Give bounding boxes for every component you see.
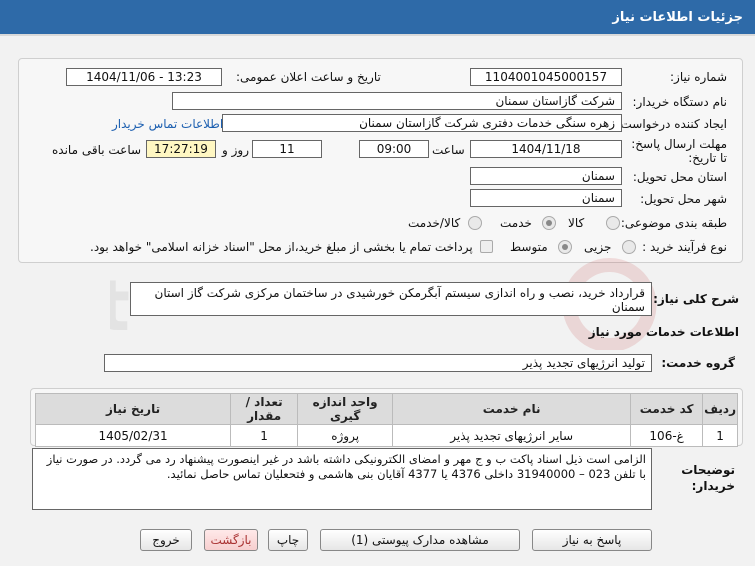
page-title: جزئیات اطلاعات نیاز: [612, 10, 743, 25]
table-cell: 1: [230, 424, 299, 447]
buyer-notes-textarea[interactable]: الزامی است ذیل اسناد پاکت ب و ج مهر و ام…: [32, 448, 652, 510]
process-medium-label: متوسط: [510, 240, 548, 254]
days-remaining-field: 11: [252, 140, 322, 158]
service-group-field: تولید انرژیهای تجدید پذیر: [104, 354, 652, 372]
process-minor-label: جزیی: [584, 240, 612, 254]
category-goods-label: کالا: [568, 216, 585, 230]
summary-label: شرح کلی نیاز:: [653, 292, 739, 306]
deadline-time-field: 09:00: [359, 140, 429, 158]
buyer-notes-line-2: با تلفن 023 – 31940000 داخلی 4376 یا 437…: [166, 467, 646, 481]
exit-button[interactable]: خروج: [140, 529, 192, 551]
col-quantity: تعداد / مقدار: [230, 393, 299, 425]
announce-date-field: 1404/11/06 - 13:23: [66, 68, 222, 86]
province-field: سمنان: [470, 167, 622, 185]
services-section-title: اطلاعات خدمات مورد نیاز: [588, 325, 739, 339]
process-minor-radio[interactable]: [622, 240, 636, 254]
treasury-payment-checkbox[interactable]: [480, 240, 493, 253]
services-table-panel: ردیف کد خدمت نام خدمت واحد اندازه گیری ت…: [30, 388, 743, 447]
category-label: طبقه بندی موضوعی:: [620, 216, 727, 230]
buyer-org-label: نام دستگاه خریدار:: [632, 95, 728, 109]
table-cell: 1405/02/31: [34, 424, 232, 447]
process-type-label: نوع فرآیند خرید :: [642, 240, 727, 254]
summary-text: قرارداد خرید، نصب و راه اندازی سیستم آبگ…: [154, 286, 645, 314]
city-field: سمنان: [470, 189, 622, 207]
back-button[interactable]: بازگشت: [204, 529, 258, 551]
deadline-date-field: 1404/11/18: [470, 140, 622, 158]
category-service-label: خدمت: [500, 216, 532, 230]
buyer-notes-line-1: الزامی است ذیل اسناد پاکت ب و ج مهر و ام…: [46, 452, 646, 466]
service-group-label: گروه خدمت:: [661, 356, 735, 370]
page-header: جزئیات اطلاعات نیاز: [0, 0, 755, 36]
view-attachments-button[interactable]: مشاهده مدارک پیوستی (1): [320, 529, 520, 551]
treasury-payment-note: پرداخت تمام یا بخشی از مبلغ خرید،از محل …: [90, 240, 473, 254]
print-button[interactable]: چاپ: [268, 529, 308, 551]
table-cell: پروژه: [297, 424, 394, 447]
table-cell: سایر انرژیهای تجدید پذیر: [392, 424, 632, 447]
table-row[interactable]: 1 غ-106 سایر انرژیهای تجدید پذیر پروژه 1…: [34, 424, 738, 447]
table-cell: غ-106: [630, 424, 704, 447]
reply-button[interactable]: پاسخ به نیاز: [532, 529, 652, 551]
col-service-code: کد خدمت: [630, 393, 704, 425]
announce-date-label: تاریخ و ساعت اعلان عمومی:: [236, 70, 381, 84]
table-cell: 1: [702, 424, 738, 447]
remaining-time-field: 17:27:19: [146, 140, 216, 158]
buyer-contact-link[interactable]: اطلاعات تماس خریدار: [112, 117, 223, 131]
svg-text:AriaTender.net: AriaTender.net: [110, 265, 130, 347]
days-label: روز و: [222, 143, 249, 157]
deadline-label: مهلت ارسال پاسخ: تا تاریخ:: [631, 137, 727, 165]
creator-field: زهره سنگی خدمات دفتری شرکت گازاستان سمنا…: [222, 114, 622, 132]
buyer-notes-label: توضیحات خریدار:: [681, 463, 735, 493]
category-goods-service-label: کالا/خدمت: [408, 216, 461, 230]
need-number-field: 1104001045000157: [470, 68, 622, 86]
summary-textarea[interactable]: قرارداد خرید، نصب و راه اندازی سیستم آبگ…: [130, 282, 652, 316]
col-need-date: تاریخ نیاز: [34, 393, 232, 425]
services-table: ردیف کد خدمت نام خدمت واحد اندازه گیری ت…: [34, 393, 738, 447]
col-unit: واحد اندازه گیری: [297, 393, 394, 425]
need-number-label: شماره نیاز:: [670, 70, 727, 84]
col-service-name: نام خدمت: [392, 393, 632, 425]
category-goods-radio[interactable]: [606, 216, 620, 230]
services-table-header: ردیف کد خدمت نام خدمت واحد اندازه گیری ت…: [34, 393, 738, 425]
city-label: شهر محل تحویل:: [640, 192, 727, 206]
category-goods-service-radio[interactable]: [468, 216, 482, 230]
province-label: استان محل تحویل:: [632, 170, 727, 184]
category-service-radio[interactable]: [542, 216, 556, 230]
creator-label: ایجاد کننده درخواست:: [616, 117, 727, 131]
remaining-time-label: ساعت باقی مانده: [52, 143, 142, 157]
process-medium-radio[interactable]: [558, 240, 572, 254]
deadline-time-label: ساعت: [432, 143, 465, 157]
col-row: ردیف: [702, 393, 738, 425]
buyer-org-field: شرکت گازاستان سمنان: [172, 92, 622, 110]
